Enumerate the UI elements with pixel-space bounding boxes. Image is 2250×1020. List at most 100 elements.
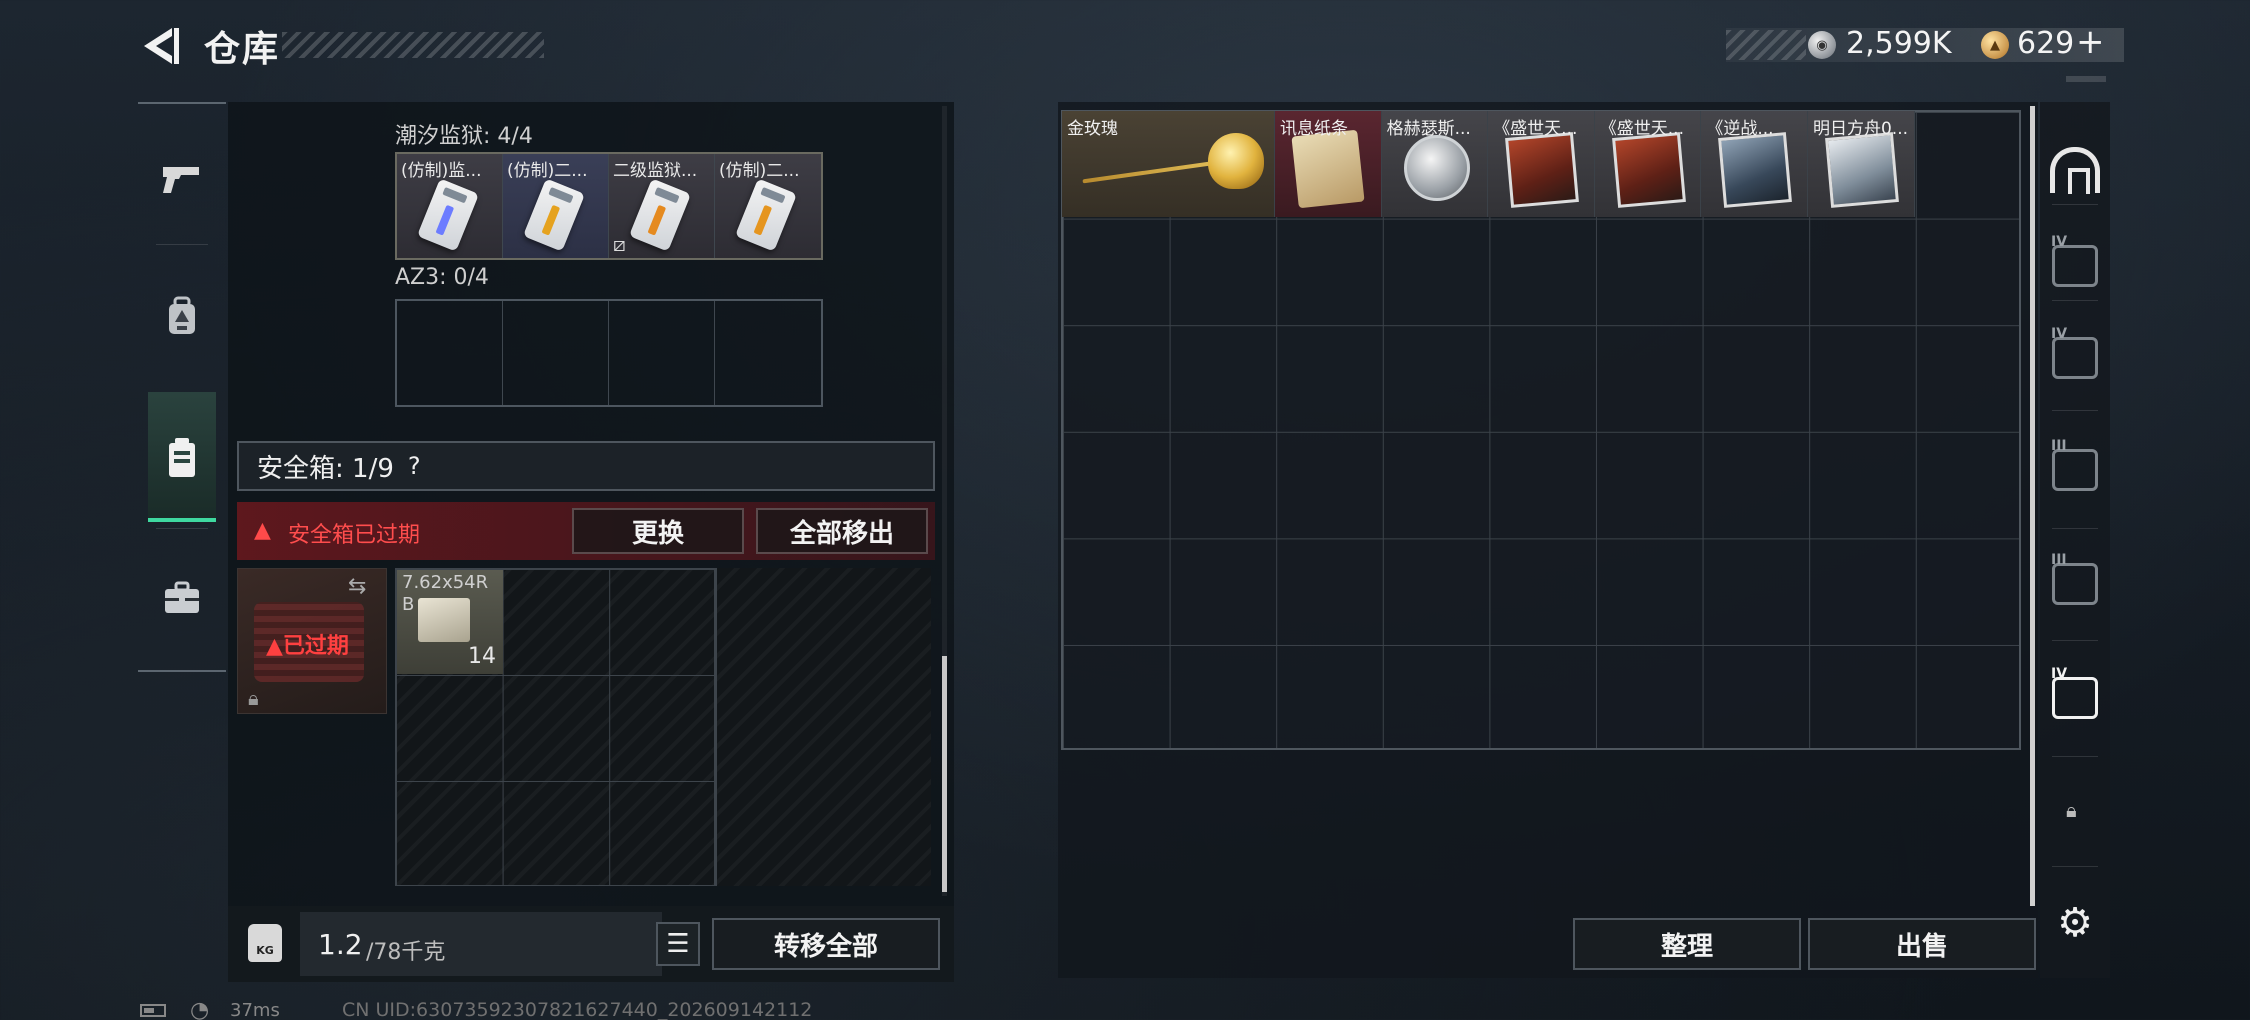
tab-storage-5[interactable]: III xyxy=(2040,534,2110,634)
gold-coin-icon: ▲ xyxy=(1981,31,2009,59)
keycard-slot[interactable]: 二级监狱... ⧄ xyxy=(609,154,715,258)
keycard-slot[interactable]: (仿制)监... xyxy=(397,154,503,258)
settings-button[interactable]: ⚙ xyxy=(2040,896,2110,950)
tab-storage-6[interactable]: IV xyxy=(2040,648,2110,748)
storage-tab-icon: III xyxy=(2051,552,2098,605)
empty-slot[interactable] xyxy=(503,301,609,405)
empty-slot[interactable] xyxy=(397,301,503,405)
replace-button[interactable]: 更换 xyxy=(572,508,744,554)
storage-item-medal[interactable]: 格赫瑟斯... xyxy=(1381,111,1489,217)
page-title: 仓库 xyxy=(204,29,281,70)
uid-text: CN UID:63073592307821627440_202609142112 xyxy=(342,999,813,1020)
silver-currency-value: 2,599K xyxy=(1846,26,1952,61)
tab-safebox[interactable] xyxy=(138,394,226,522)
expired-tag: ▲已过期 xyxy=(266,634,349,659)
item-label: 《盛世天... xyxy=(1493,119,1578,139)
safebox-expired-text: 安全箱已过期 xyxy=(288,523,421,548)
item-label: 讯息纸条 xyxy=(1280,119,1348,139)
keycard-icon xyxy=(734,178,798,252)
storage-item-book[interactable]: 《盛世天... xyxy=(1488,111,1595,217)
storage-item-book[interactable]: 《盛世天... xyxy=(1594,111,1702,217)
book-icon xyxy=(1825,132,1899,208)
tab-tier: IV xyxy=(2051,666,2068,682)
title-stripe-decoration xyxy=(282,32,544,58)
tab-separator xyxy=(156,528,208,529)
book-icon xyxy=(1611,132,1686,208)
safebox-grid-divider xyxy=(715,568,717,886)
keycard-icon xyxy=(628,178,692,252)
organize-button[interactable]: 整理 xyxy=(1573,918,1801,970)
tidal-prison-slots: (仿制)监... (仿制)二... 二级监狱... ⧄ (仿制)二... xyxy=(395,152,823,260)
golden-rose-icon xyxy=(1208,133,1264,189)
item-label: 《逆战... xyxy=(1706,119,1774,139)
storage-tab-icon: IV xyxy=(2051,326,2098,379)
slot-label: (仿制)二... xyxy=(719,161,800,181)
slot-label: (仿制)二... xyxy=(507,161,588,181)
header-mark xyxy=(2066,76,2106,82)
gear-icon: ⚙ xyxy=(2057,900,2093,946)
tab-storage-2[interactable]: IV xyxy=(2040,216,2110,316)
battery-icon xyxy=(140,1004,166,1017)
az3-label: AZ3: 0/4 xyxy=(395,265,489,290)
storage-item-book[interactable]: 明日方舟0... xyxy=(1807,111,1915,217)
transfer-all-button[interactable]: 转移全部 xyxy=(712,918,940,970)
tab-separator xyxy=(156,244,208,245)
tab-weapons[interactable] xyxy=(138,116,226,244)
tab-storage-home[interactable] xyxy=(2040,120,2110,220)
slot-label: 二级监狱... xyxy=(613,161,698,181)
warning-icon: ▲ xyxy=(254,518,271,543)
storage-items: 金玫瑰 讯息纸条 格赫瑟斯... 《盛世天... 《盛世天... 《逆战... … xyxy=(1062,111,1915,217)
tab-separator xyxy=(2052,866,2098,867)
tab-briefcase[interactable] xyxy=(138,534,226,662)
storage-scroll-thumb[interactable] xyxy=(2030,106,2035,906)
tab-separator xyxy=(2052,300,2098,301)
tab-separator xyxy=(2052,528,2098,529)
expired-tag-text: 已过期 xyxy=(282,634,349,659)
book-icon xyxy=(1718,132,1793,208)
tab-tier: IV xyxy=(2051,234,2068,250)
tab-storage-4[interactable]: III xyxy=(2040,420,2110,520)
book-icon xyxy=(1505,132,1580,208)
sell-button[interactable]: 出售 xyxy=(1808,918,2036,970)
storage-tab-icon: IV xyxy=(2051,666,2098,719)
storage-item-golden-rose[interactable]: 金玫瑰 xyxy=(1062,111,1275,217)
tab-tier: IV xyxy=(2051,326,2068,342)
ammo-label: 7.62x54R B xyxy=(402,572,489,615)
ammo-count: 14 xyxy=(468,644,496,669)
home-storage-icon xyxy=(2050,147,2100,194)
tab-separator xyxy=(2052,204,2098,205)
gold-currency-value: 629 xyxy=(2017,26,2075,61)
lock-icon: 🔒︎ xyxy=(248,686,259,710)
item-label: 《盛世天... xyxy=(1599,119,1684,139)
container-scroll-thumb[interactable] xyxy=(942,656,947,892)
add-gold-button[interactable]: + xyxy=(2076,22,2105,62)
move-all-out-button[interactable]: 全部移出 xyxy=(756,508,928,554)
weight-icon: KG xyxy=(248,924,282,962)
silver-coin-icon: ◉ xyxy=(1808,31,1836,59)
safebox-header: 安全箱: 1/9 ? xyxy=(237,441,935,491)
storage-item-book[interactable]: 《逆战... xyxy=(1701,111,1808,217)
empty-slot[interactable] xyxy=(715,301,821,405)
currency-stripe-decoration xyxy=(1726,30,1806,60)
keycard-slot[interactable]: (仿制)二... xyxy=(503,154,609,258)
tidal-prison-label: 潮汐监狱: 4/4 xyxy=(395,124,533,149)
back-button[interactable] xyxy=(138,24,182,68)
storage-item-message-note[interactable]: 讯息纸条 xyxy=(1275,111,1382,217)
tab-separator xyxy=(2052,640,2098,641)
swap-icon[interactable]: ⇆ xyxy=(348,574,366,599)
pistol-icon xyxy=(163,167,199,193)
tab-backpack[interactable] xyxy=(138,252,226,380)
az3-slots xyxy=(395,299,823,407)
item-label: 格赫瑟斯... xyxy=(1386,119,1471,139)
paper-note-icon xyxy=(1291,129,1365,209)
help-button[interactable]: ? xyxy=(408,452,421,480)
list-icon: ☰ xyxy=(666,929,690,959)
back-arrow-icon xyxy=(144,28,179,64)
keycard-slot[interactable]: (仿制)二... xyxy=(715,154,821,258)
tab-storage-3[interactable]: IV xyxy=(2040,308,2110,408)
empty-slot[interactable] xyxy=(609,301,715,405)
list-view-button[interactable]: ☰ xyxy=(656,922,700,966)
weight-icon-text: KG xyxy=(256,944,274,957)
ping-text: 37ms xyxy=(230,1000,280,1020)
tab-separator xyxy=(2052,410,2098,411)
